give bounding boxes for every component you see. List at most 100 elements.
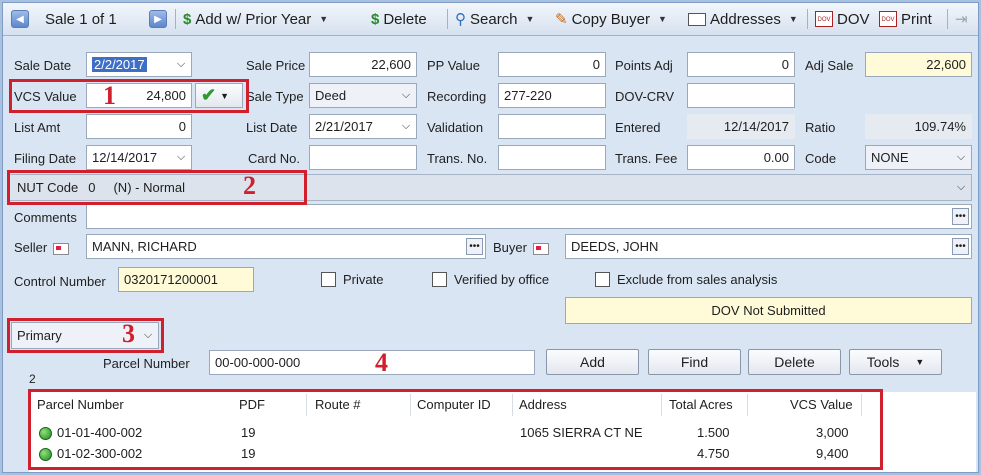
filing-date-label: Filing Date — [14, 151, 77, 166]
buyer-label-text: Buyer — [493, 240, 527, 255]
sale-type-label: Sale Type — [246, 89, 304, 104]
private-label: Private — [343, 272, 384, 287]
delete-label: Delete — [383, 10, 427, 28]
dov-status-banner: DOV Not Submitted — [565, 297, 972, 324]
next-record-button[interactable]: ▶ — [149, 8, 167, 30]
delete-icon: $ — [371, 10, 380, 28]
parcel-number-label: Parcel Number — [103, 356, 190, 371]
control-number-field[interactable]: 0320171200001 — [118, 267, 254, 292]
adj-sale-field: 22,600 — [865, 52, 972, 77]
exit-button[interactable]: ⇥ — [955, 8, 972, 30]
find-parcel-button[interactable]: Find — [648, 349, 741, 375]
callout-number-1: 1 — [103, 81, 116, 110]
recording-label: Recording — [427, 89, 487, 104]
exclude-checkbox[interactable]: Exclude from sales analysis — [595, 272, 777, 287]
filing-date-value: 12/14/2017 — [92, 150, 158, 165]
seller-label: Seller — [14, 240, 70, 255]
checkbox-box[interactable] — [321, 272, 336, 287]
search-button[interactable]: ⚲ Search ▼ — [455, 8, 534, 30]
dov-label: DOV — [837, 10, 870, 28]
search-label: Search — [470, 10, 518, 28]
private-checkbox[interactable]: Private — [321, 272, 383, 287]
trans-fee-field[interactable]: 0.00 — [687, 145, 795, 170]
add-money-icon: $ — [183, 10, 192, 28]
callout-number-3: 3 — [122, 319, 135, 348]
sale-date-value: 2/2/2017 — [92, 57, 147, 72]
add-prior-year-button[interactable]: $ Add w/ Prior Year ▼ — [183, 8, 328, 30]
chevron-down-icon[interactable]: ⌵ — [396, 115, 416, 138]
recording-field[interactable]: 277-220 — [498, 83, 606, 108]
ellipsis-icon[interactable]: ••• — [952, 238, 969, 255]
sale-type-select[interactable]: Deed ⌵ — [309, 83, 417, 108]
adj-sale-label: Adj Sale — [805, 58, 854, 73]
contact-card-icon[interactable] — [532, 242, 549, 255]
comments-field[interactable]: ••• — [86, 204, 972, 229]
sale-price-label: Sale Price — [246, 58, 306, 73]
address-card-icon — [688, 12, 706, 26]
sale-date-label: Sale Date — [14, 58, 72, 73]
points-adj-field[interactable]: 0 — [687, 52, 795, 77]
search-icon: ⚲ — [455, 11, 466, 28]
code-label: Code — [805, 151, 837, 166]
print-document-icon: DOV — [879, 11, 897, 27]
chevron-down-icon[interactable]: ⌵ — [171, 146, 191, 169]
dov-crv-field[interactable] — [687, 83, 795, 108]
callout-number-2: 2 — [243, 171, 256, 200]
dov-button[interactable]: DOV DOV — [815, 8, 870, 30]
tools-button[interactable]: Tools ▼ — [849, 349, 942, 375]
parcel-count: 2 — [29, 372, 36, 386]
control-number-label: Control Number — [14, 274, 106, 289]
exit-icon: ⇥ — [955, 11, 968, 28]
buyer-field[interactable]: DEEDS, JOHN ••• — [565, 234, 972, 259]
chevron-down-icon[interactable]: ⌵ — [171, 53, 191, 76]
verified-label: Verified by office — [454, 272, 550, 287]
chevron-down-icon: ⌵ — [956, 151, 966, 163]
card-no-label: Card No. — [248, 151, 301, 166]
buyer-label: Buyer — [493, 240, 549, 255]
delete-parcel-button[interactable]: Delete — [748, 349, 841, 375]
trans-fee-label: Trans. Fee — [615, 151, 678, 166]
print-button[interactable]: DOV Print — [879, 8, 932, 30]
trans-no-field[interactable] — [498, 145, 606, 170]
list-date-field[interactable]: 2/21/2017 ⌵ — [309, 114, 417, 139]
validation-field[interactable] — [498, 114, 606, 139]
add-parcel-button[interactable]: Add — [546, 349, 639, 375]
ellipsis-icon[interactable]: ••• — [466, 238, 483, 255]
prev-record-button[interactable]: ◀ — [11, 8, 29, 30]
copy-buyer-button[interactable]: ✎ Copy Buyer ▼ — [555, 8, 667, 30]
sale-price-field[interactable]: 22,600 — [309, 52, 417, 77]
list-amt-field[interactable]: 0 — [86, 114, 192, 139]
pp-value-field[interactable]: 0 — [498, 52, 606, 77]
arrow-right-icon: ▶ — [149, 10, 167, 28]
record-indicator: Sale 1 of 1 — [45, 10, 117, 28]
delete-button[interactable]: $ Delete — [371, 8, 427, 30]
callout-box-nut — [7, 170, 307, 205]
filing-date-field[interactable]: 12/14/2017 ⌵ — [86, 145, 192, 170]
dov-crv-label: DOV-CRV — [615, 89, 674, 104]
chevron-down-icon: ⌵ — [401, 89, 411, 101]
ratio-label: Ratio — [805, 120, 836, 135]
list-amt-label: List Amt — [14, 120, 61, 135]
checkbox-box[interactable] — [432, 272, 447, 287]
parcel-number-field[interactable]: 00-00-000-000 — [209, 350, 535, 375]
verified-checkbox[interactable]: Verified by office — [432, 272, 549, 287]
callout-box-grid — [28, 389, 883, 470]
contact-card-icon[interactable] — [53, 242, 70, 255]
checkbox-box[interactable] — [595, 272, 610, 287]
addresses-button[interactable]: Addresses ▼ — [688, 8, 798, 30]
chevron-down-icon: ▼ — [319, 14, 329, 24]
addresses-label: Addresses — [710, 10, 781, 28]
exclude-label: Exclude from sales analysis — [617, 272, 778, 287]
callout-number-4: 4 — [375, 348, 388, 377]
sale-date-field[interactable]: 2/2/2017 ⌵ — [86, 52, 192, 77]
print-label: Print — [901, 10, 932, 28]
code-select[interactable]: NONE ⌵ — [865, 145, 972, 170]
callout-box-primary — [7, 318, 164, 353]
card-no-field[interactable] — [309, 145, 417, 170]
pp-value-label: PP Value — [427, 58, 481, 73]
buyer-value: DEEDS, JOHN — [571, 239, 659, 254]
seller-field[interactable]: MANN, RICHARD ••• — [86, 234, 486, 259]
ellipsis-icon[interactable]: ••• — [952, 208, 969, 225]
caret-down-icon: ▼ — [915, 357, 925, 367]
entered-value: 12/14/2017 — [687, 114, 795, 139]
